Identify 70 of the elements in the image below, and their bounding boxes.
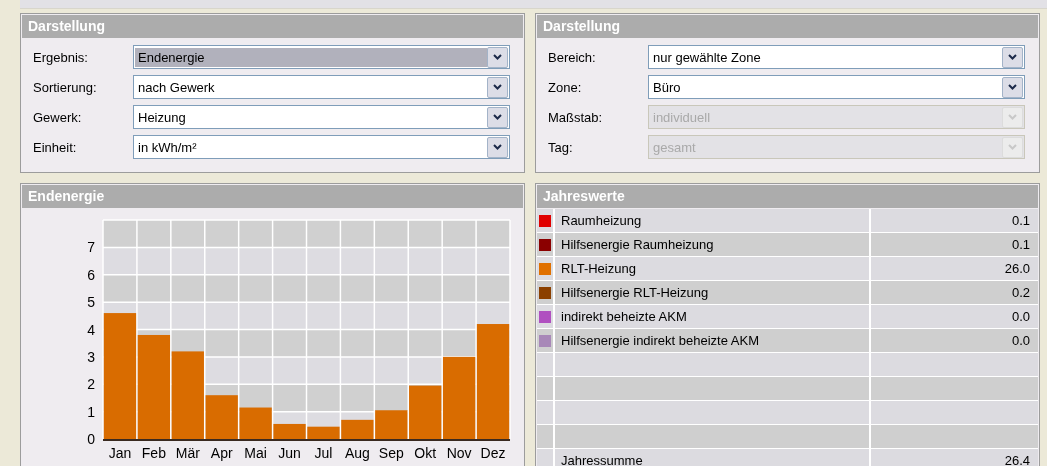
dropdown-button[interactable] <box>487 136 508 158</box>
axis-label: Dez <box>480 445 506 461</box>
dropdown[interactable]: in kWh/m² <box>133 135 510 159</box>
caret-icon <box>1008 54 1017 60</box>
axis-label: Mai <box>244 445 267 461</box>
table-cell: RLT-Heizung <box>555 257 871 281</box>
table-cell: Jahressumme <box>555 449 871 466</box>
dropdown[interactable]: Endenergie <box>133 45 510 69</box>
dropdown[interactable]: Heizung <box>133 105 510 129</box>
table-cell: Hilfsenergie indirekt beheizte AKM <box>555 329 871 353</box>
panel-title: Darstellung <box>537 15 1038 38</box>
axis-label: Jul <box>314 445 333 461</box>
table-cell: 0.0 <box>871 305 1038 329</box>
table-cell: 0.1 <box>871 233 1038 257</box>
dropdown-button[interactable] <box>487 46 508 68</box>
axis-label: Jan <box>108 445 132 461</box>
caret-icon <box>493 84 502 90</box>
axis-label: 4 <box>87 321 95 338</box>
caret-icon <box>493 54 502 60</box>
axis-label: Apr <box>210 445 233 461</box>
axis-label: Nov <box>446 445 472 461</box>
axis-label: 5 <box>87 294 95 311</box>
axis-label: 1 <box>87 403 95 420</box>
caret-icon <box>493 144 502 150</box>
field-label: Ergebnis: <box>33 49 89 65</box>
axis-label: 6 <box>87 266 95 283</box>
panel-title: Jahreswerte <box>537 185 1038 208</box>
field-label: Bereich: <box>548 49 597 65</box>
field-label: Gewerk: <box>33 109 83 125</box>
table-cell: 0.2 <box>871 281 1038 305</box>
field-label: Sortierung: <box>33 79 98 95</box>
axis-label: Sep <box>378 445 404 461</box>
dropdown-button[interactable] <box>487 76 508 98</box>
table-cell: 26.0 <box>871 257 1038 281</box>
table-cell <box>537 377 555 401</box>
field-label: Maßstab: <box>548 109 604 125</box>
axis-label: 7 <box>87 239 95 256</box>
dropdown-button[interactable] <box>1002 46 1023 68</box>
table-cell: Raumheizung <box>555 209 871 233</box>
field-label: Tag: <box>548 139 574 155</box>
dropdown[interactable]: nach Gewerk <box>133 75 510 99</box>
table-cell <box>537 425 555 449</box>
dropdown[interactable]: nur gewählte Zone <box>648 45 1025 69</box>
caret-icon <box>1008 114 1017 120</box>
table-cell: Hilfsenergie Raumheizung <box>555 233 871 257</box>
axis-label: Mär <box>175 445 200 461</box>
dropdown[interactable]: Büro <box>648 75 1025 99</box>
axis-label: Okt <box>414 445 437 461</box>
axis-label: 2 <box>87 376 95 393</box>
table-cell: 0.1 <box>871 209 1038 233</box>
caret-icon <box>1008 84 1017 90</box>
axis-label: Aug <box>344 445 370 461</box>
axis-label: Feb <box>141 445 166 461</box>
axis-label: 0 <box>87 431 95 447</box>
caret-icon <box>493 114 502 120</box>
table-cell: indirekt beheizte AKM <box>555 305 871 329</box>
table-cell: Hilfsenergie RLT-Heizung <box>555 281 871 305</box>
panel-title: Endenergie <box>22 185 523 208</box>
caret-icon <box>1008 144 1017 150</box>
table-cell <box>537 449 555 466</box>
field-label: Zone: <box>548 79 583 95</box>
field-label: Einheit: <box>33 139 78 155</box>
axis-label: 3 <box>87 348 95 365</box>
axis-label: Jun <box>278 445 301 461</box>
dropdown-button[interactable] <box>1002 76 1023 98</box>
table-cell <box>537 401 555 425</box>
panel-title: Darstellung <box>22 15 523 38</box>
dropdown-button[interactable] <box>487 106 508 128</box>
table-cell: 26.4 <box>871 449 1038 466</box>
table-cell: 0.0 <box>871 329 1038 353</box>
